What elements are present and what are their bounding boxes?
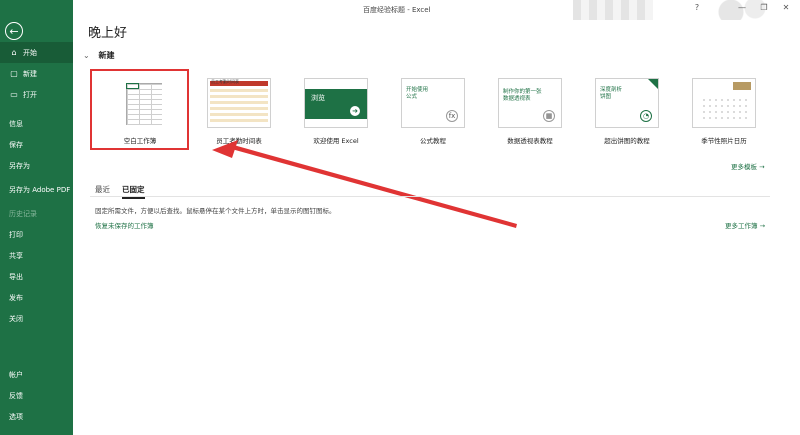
pin-hint-text: 固定所需文件，方便以后查找。鼠标悬停在某个文件上方时，单击显示的图钉图标。 xyxy=(95,207,336,215)
tabs-divider xyxy=(90,196,770,197)
more-templates-link[interactable]: 更多模板 → xyxy=(731,161,765,171)
recover-unsaved-link[interactable]: 恢复未保存的工作簿 xyxy=(95,220,154,230)
excel-backstage: ← ⌂ 开始 ▢ 新建 ▭ 打开 信息 保存 另存为 另存为 Adobe PDF… xyxy=(0,0,800,435)
tab-recent[interactable]: 最近 xyxy=(95,184,110,195)
more-workbooks-link[interactable]: 更多工作簿 → xyxy=(725,220,765,230)
annotation-arrow-icon xyxy=(212,140,517,228)
